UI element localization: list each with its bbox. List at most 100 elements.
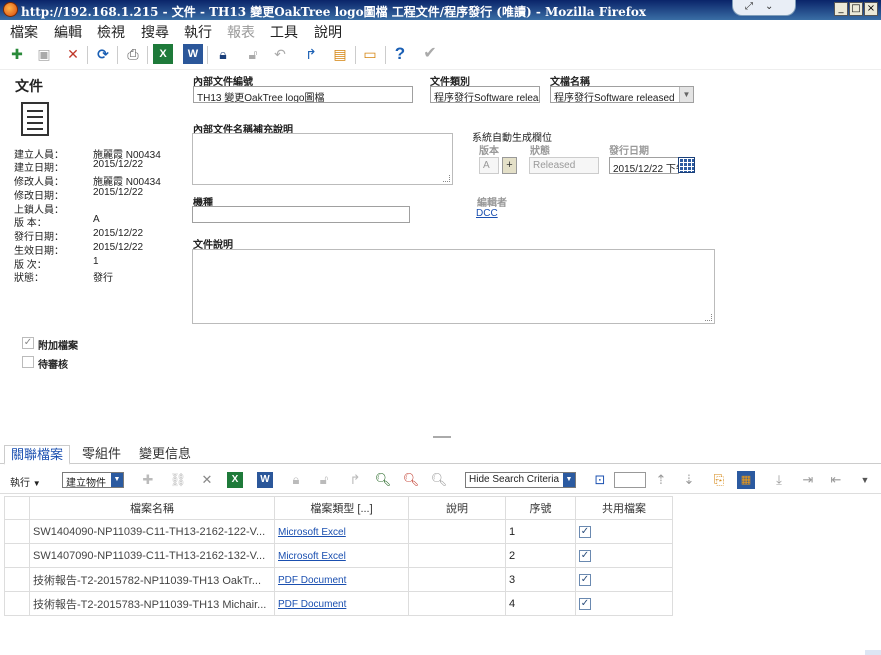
menu-tools[interactable]: 工具 <box>270 22 298 42</box>
delete-icon[interactable]: ✕ <box>63 44 83 64</box>
clear-search-icon[interactable]: 🔍︎ <box>401 470 421 490</box>
search-options-icon[interactable]: 🔍︎ <box>429 470 449 490</box>
select-icon[interactable]: ⊡ <box>590 470 610 490</box>
shared-cell: ✓ <box>575 543 673 568</box>
save-icon[interactable]: ▣ <box>34 44 54 64</box>
unlock-icon[interactable]: 🔓︎ <box>314 470 334 490</box>
calendar-icon[interactable] <box>678 157 695 173</box>
table-row[interactable]: 技術報告-T2-2015783-NP11039-TH13 Michair... … <box>4 591 673 616</box>
row-selector[interactable] <box>4 519 30 544</box>
template-select[interactable]: 程序發行Software released ▼ <box>550 86 694 103</box>
menu-edit[interactable]: 編輯 <box>54 22 82 42</box>
supplement-textarea[interactable] <box>192 133 453 185</box>
file-type-link[interactable]: PDF Document <box>278 599 346 610</box>
table-row[interactable]: SW1407090-NP11039-C11-TH13-2162-132-V...… <box>4 543 673 568</box>
column-header-description[interactable]: 說明 <box>408 496 506 520</box>
file-type-link[interactable]: PDF Document <box>278 575 346 586</box>
word-icon[interactable]: W <box>257 472 273 488</box>
undo-icon[interactable]: ↶ <box>270 44 290 64</box>
menu-view[interactable]: 檢視 <box>97 22 125 42</box>
pending-checkbox[interactable] <box>22 356 34 368</box>
file-name-cell[interactable]: SW1407090-NP11039-C11-TH13-2162-132-V... <box>29 543 275 568</box>
menu-reports[interactable]: 報表 <box>227 22 255 42</box>
tab-grip[interactable]: ⤢ ⌄ <box>732 0 796 16</box>
print-icon[interactable]: ⎙ <box>123 44 143 64</box>
word-icon[interactable]: W <box>183 44 203 64</box>
help-icon[interactable]: ? <box>390 44 410 64</box>
lock-icon[interactable]: 🔒︎ <box>286 470 306 490</box>
menu-search[interactable]: 搜尋 <box>141 22 169 42</box>
doc-number-input[interactable]: TH13 變更OakTree logo圖檔 <box>193 86 413 103</box>
column-header-filename[interactable]: 檔案名稱 <box>29 496 275 520</box>
attach-checkbox[interactable]: ✓ <box>22 337 34 349</box>
promote-icon[interactable]: ↱ <box>345 470 365 490</box>
file-name-cell[interactable]: 技術報告-T2-2015783-NP11039-TH13 Michair... <box>29 591 275 616</box>
refresh-icon[interactable]: ⟳ <box>93 44 113 64</box>
tab-components[interactable]: 零組件 <box>76 445 127 465</box>
import-icon[interactable]: ⇤ <box>826 470 846 490</box>
shared-checkbox[interactable]: ✓ <box>579 598 591 610</box>
shared-checkbox[interactable]: ✓ <box>579 574 591 586</box>
description-textarea[interactable] <box>192 249 715 324</box>
download-icon[interactable]: ⤓ <box>769 470 789 490</box>
shared-checkbox[interactable]: ✓ <box>579 526 591 538</box>
new-icon[interactable]: ✚ <box>7 44 27 64</box>
add-row-icon[interactable]: ✚ <box>138 470 158 490</box>
more-options-icon[interactable]: ▼ <box>855 470 875 490</box>
table-row[interactable]: 技術報告-T2-2015782-NP11039-TH13 OakTr... PD… <box>4 567 673 592</box>
attach-label: 附加檔案 <box>38 341 78 352</box>
sort-ascending-icon[interactable]: ⇡ <box>651 470 671 490</box>
description-cell <box>408 519 506 544</box>
link-icon[interactable]: ⛓ <box>168 470 188 490</box>
document-flag-icon[interactable]: ▤ <box>330 44 350 64</box>
run-dropdown[interactable]: 執行 ▼ <box>10 474 41 489</box>
search-icon[interactable]: 🔍︎ <box>373 470 393 490</box>
maximize-button[interactable]: □ <box>849 2 863 16</box>
row-selector[interactable] <box>4 567 30 592</box>
row-selector[interactable] <box>4 543 30 568</box>
excel-icon[interactable]: X <box>153 44 173 64</box>
menu-run[interactable]: 執行 <box>184 22 212 42</box>
editor-link[interactable]: DCC <box>476 208 498 219</box>
search-criteria-select[interactable]: Hide Search Criteria ▼ <box>465 472 576 488</box>
unlock-icon[interactable]: 🔓︎ <box>243 44 263 64</box>
find-document-icon[interactable]: ⎘ <box>709 470 729 490</box>
remove-icon[interactable]: ✕ <box>197 470 217 490</box>
checkmark-icon[interactable]: ✔ <box>420 44 440 64</box>
export-icon[interactable]: ⇥ <box>798 470 818 490</box>
layout-icon[interactable]: ▦ <box>737 471 755 489</box>
tab-change-info[interactable]: 變更信息 <box>133 445 197 465</box>
close-button[interactable]: × <box>864 2 878 16</box>
menu-file[interactable]: 檔案 <box>10 22 38 42</box>
file-name-cell[interactable]: 技術報告-T2-2015782-NP11039-TH13 OakTr... <box>29 567 275 592</box>
shared-checkbox[interactable]: ✓ <box>579 550 591 562</box>
lock-icon[interactable]: 🔒︎ <box>213 44 233 64</box>
tab-related-files[interactable]: 關聯檔案 <box>4 445 71 465</box>
template-select-value: 程序發行Software released <box>554 93 675 103</box>
sort-descending-icon[interactable]: ⇣ <box>679 470 699 490</box>
promote-icon[interactable]: ↱ <box>301 44 321 64</box>
auto-state-label: 狀態 <box>530 146 550 157</box>
column-header-shared[interactable]: 共用檔案 <box>575 496 673 520</box>
model-input[interactable] <box>192 206 410 223</box>
column-header-filetype[interactable]: 檔案類型 [...] <box>274 496 409 520</box>
table-row[interactable]: SW1404090-NP11039-C11-TH13-2162-122-V...… <box>4 519 673 544</box>
excel-icon[interactable]: X <box>227 472 243 488</box>
file-name-cell[interactable]: SW1404090-NP11039-C11-TH13-2162-122-V... <box>29 519 275 544</box>
auto-release-date-input[interactable]: 2015/12/22 下午 <box>609 157 679 174</box>
version-plus-button[interactable]: + <box>502 157 517 174</box>
minimize-button[interactable]: _ <box>834 2 848 16</box>
auto-version-label: 版本 <box>479 146 499 157</box>
file-type-link[interactable]: Microsoft Excel <box>278 551 346 562</box>
menu-help[interactable]: 說明 <box>314 22 342 42</box>
row-selector[interactable] <box>4 591 30 616</box>
create-object-select[interactable]: 建立物件 ▼ <box>62 472 124 489</box>
file-type-link[interactable]: Microsoft Excel <box>278 527 346 538</box>
category-input[interactable]: 程序發行Software released <box>430 86 540 103</box>
sequence-cell: 4 <box>505 591 576 616</box>
page-size-input[interactable] <box>614 472 646 488</box>
panel-icon[interactable]: ▭ <box>360 44 380 64</box>
column-header-sequence[interactable]: 序號 <box>505 496 576 520</box>
release-date-label: 發行日期： <box>14 232 64 243</box>
splitter-handle[interactable] <box>433 436 451 438</box>
